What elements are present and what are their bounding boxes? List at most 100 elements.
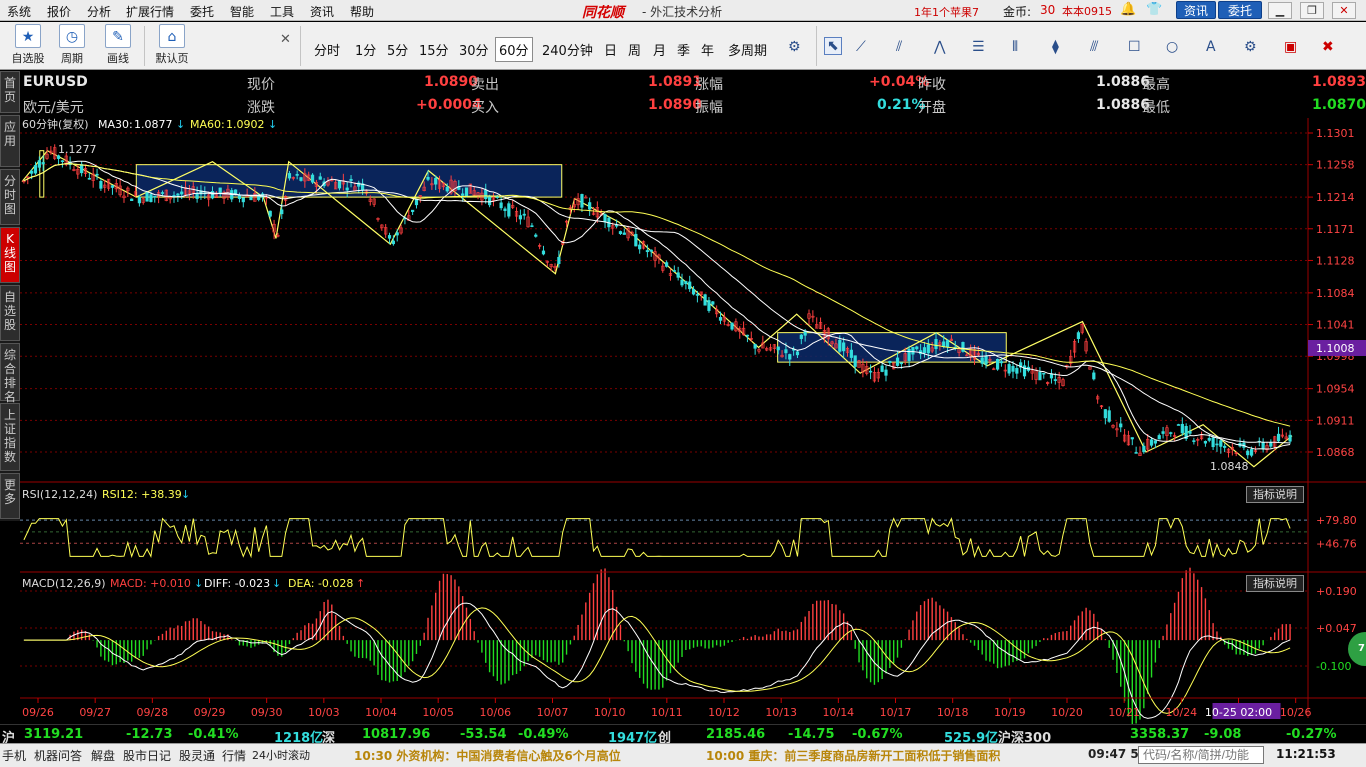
date-tick-label: 10/18 bbox=[937, 706, 969, 719]
line-tool-icon[interactable]: ⟋ bbox=[856, 39, 866, 55]
period-quarter[interactable]: 季 bbox=[677, 40, 690, 59]
macd-help-button[interactable]: 指标说明 bbox=[1246, 575, 1304, 592]
tab-shanghai-index[interactable]: 上证指数 bbox=[0, 403, 20, 471]
text-tool-icon[interactable]: A bbox=[1206, 39, 1216, 55]
ma60-label: MA60: bbox=[190, 118, 225, 131]
channel-icon[interactable]: ⫻ bbox=[1090, 39, 1098, 55]
tab-stock-diary[interactable]: 股市日记 bbox=[123, 747, 171, 764]
tab-market-comment[interactable]: 解盘 bbox=[91, 747, 115, 764]
candle-body bbox=[1149, 439, 1154, 446]
date-tick-label: 09/26 bbox=[22, 706, 54, 719]
menu-trade[interactable]: 委托 bbox=[190, 3, 214, 20]
menu-help[interactable]: 帮助 bbox=[350, 3, 374, 20]
menu-system[interactable]: 系统 bbox=[7, 3, 31, 20]
period-30min[interactable]: 30分 bbox=[459, 40, 489, 59]
minimize-icon[interactable]: ▁ bbox=[1268, 2, 1292, 19]
tab-quotes[interactable]: 行情 bbox=[222, 747, 246, 764]
period-multi[interactable]: 多周期 bbox=[728, 40, 767, 59]
period-240min[interactable]: 240分钟 bbox=[542, 40, 593, 59]
hs300-pct: -0.27% bbox=[1286, 727, 1337, 742]
macd-arrow-icon: ↓ bbox=[194, 577, 203, 590]
menu-analysis[interactable]: 分析 bbox=[87, 3, 111, 20]
period-button[interactable]: ◷ 周期 bbox=[52, 24, 92, 66]
period-tick[interactable]: 分时 bbox=[314, 40, 340, 59]
candle-body bbox=[1042, 372, 1046, 375]
parallel-line-icon[interactable]: ⫽ bbox=[896, 39, 902, 55]
delete-lines-icon[interactable]: ✖ bbox=[1322, 39, 1334, 55]
trade-button[interactable]: 委托 bbox=[1218, 1, 1262, 19]
news-ticker-item[interactable]: 10:30 外资机构：中国消费者信心触及6个月高位 bbox=[354, 747, 621, 764]
coins-label: 金币: bbox=[1003, 5, 1032, 19]
news-button[interactable]: 资讯 bbox=[1176, 1, 1216, 19]
period-year[interactable]: 年 bbox=[701, 40, 714, 59]
candle-body bbox=[195, 193, 199, 199]
period-5min[interactable]: 5分 bbox=[387, 40, 408, 59]
date-tick-label: 10/04 bbox=[365, 706, 397, 719]
candle-body bbox=[495, 196, 499, 198]
watchlist-button[interactable]: ★ 自选股 bbox=[6, 24, 50, 66]
period-15min[interactable]: 15分 bbox=[419, 40, 449, 59]
candle-body bbox=[349, 178, 353, 181]
candle-body bbox=[849, 349, 853, 358]
pointer-icon[interactable]: ⬉ bbox=[824, 37, 842, 55]
tab-apps[interactable]: 应用 bbox=[0, 115, 20, 167]
wave-tool-icon[interactable]: ⋀ bbox=[934, 39, 945, 55]
date-tick-label: 10/10 bbox=[594, 706, 626, 719]
shirt-icon[interactable]: 👕 bbox=[1146, 2, 1162, 18]
chart-canvas[interactable]: 1.1301 1.1258 1.1214 1.1171 1.1128 1.1084 1.10… bbox=[20, 118, 1366, 724]
menu-quotes[interactable]: 报价 bbox=[47, 3, 71, 20]
menu-smart[interactable]: 智能 bbox=[230, 3, 254, 20]
menu-news[interactable]: 资讯 bbox=[310, 3, 334, 20]
settings-icon[interactable]: ⚙ bbox=[1244, 39, 1257, 55]
draw-line-button[interactable]: ✎ 画线 bbox=[98, 24, 138, 66]
tab-stock-genie[interactable]: 股灵通 bbox=[179, 747, 215, 764]
label-change-pct: 涨幅 bbox=[695, 77, 723, 93]
period-60min[interactable]: 60分 bbox=[495, 37, 533, 62]
candle-body bbox=[1119, 423, 1123, 428]
macd-tick-label: -0.100 bbox=[1316, 660, 1351, 673]
rectangle-icon[interactable]: ☐ bbox=[1128, 39, 1141, 55]
ad-link[interactable]: 1年1个苹果7 bbox=[914, 4, 979, 20]
candle-body bbox=[580, 194, 584, 208]
hs300-value: 3358.37 bbox=[1130, 727, 1190, 742]
bell-icon[interactable]: 🔔 bbox=[1120, 2, 1136, 18]
tab-24h-scroll[interactable]: 24小时滚动 bbox=[252, 747, 310, 763]
candle-body bbox=[1276, 433, 1281, 442]
tab-mobile[interactable]: 手机 bbox=[2, 747, 26, 764]
tab-watchlist[interactable]: 自选股 bbox=[0, 285, 20, 341]
cycle-lines-icon[interactable]: ⦀ bbox=[1012, 39, 1018, 55]
period-day[interactable]: 日 bbox=[604, 40, 617, 59]
default-page-button[interactable]: ⌂ 默认页 bbox=[150, 24, 194, 66]
save-lines-icon[interactable]: ▣ bbox=[1284, 39, 1297, 55]
news-ticker-item[interactable]: 10:00 重庆：前三季度商品房新开工面积低于销售面积 bbox=[706, 747, 1000, 764]
pattern-icon[interactable]: ⧫ bbox=[1052, 39, 1059, 55]
candle-body bbox=[788, 354, 792, 360]
gear-icon[interactable]: ⚙ bbox=[788, 39, 801, 55]
tab-robot-qa[interactable]: 机器问答 bbox=[34, 747, 82, 764]
price-tick-label: 1.0911 bbox=[1316, 414, 1355, 427]
tab-ranking[interactable]: 综合排名 bbox=[0, 343, 20, 404]
candle-body bbox=[1107, 410, 1111, 422]
candle-body bbox=[1180, 423, 1184, 434]
candle-body bbox=[461, 193, 465, 196]
period-week[interactable]: 周 bbox=[628, 40, 641, 59]
tab-home[interactable]: 首页 bbox=[0, 71, 20, 113]
restore-icon[interactable]: ❐ bbox=[1300, 2, 1324, 19]
menu-tools[interactable]: 工具 bbox=[270, 3, 294, 20]
tab-kline[interactable]: K线图 bbox=[0, 227, 20, 283]
ellipse-icon[interactable]: ○ bbox=[1166, 39, 1178, 55]
tab-timeshare[interactable]: 分时图 bbox=[0, 169, 20, 225]
user-name[interactable]: 本本0915 bbox=[1062, 3, 1112, 19]
candle-body bbox=[842, 342, 846, 352]
collapse-icon[interactable]: ✕ bbox=[280, 32, 291, 47]
period-1min[interactable]: 1分 bbox=[355, 40, 376, 59]
period-month[interactable]: 月 bbox=[653, 40, 666, 59]
menu-extended-quotes[interactable]: 扩展行情 bbox=[126, 3, 174, 20]
close-icon[interactable]: ✕ bbox=[1332, 2, 1356, 19]
fibonacci-icon[interactable]: ☰ bbox=[972, 39, 985, 55]
rsi-help-button[interactable]: 指标说明 bbox=[1246, 486, 1304, 503]
tab-more[interactable]: 更多 bbox=[0, 473, 20, 519]
candle-body bbox=[1134, 452, 1138, 454]
search-input[interactable] bbox=[1138, 746, 1264, 764]
macd-value: MACD: +0.010 bbox=[110, 577, 191, 590]
